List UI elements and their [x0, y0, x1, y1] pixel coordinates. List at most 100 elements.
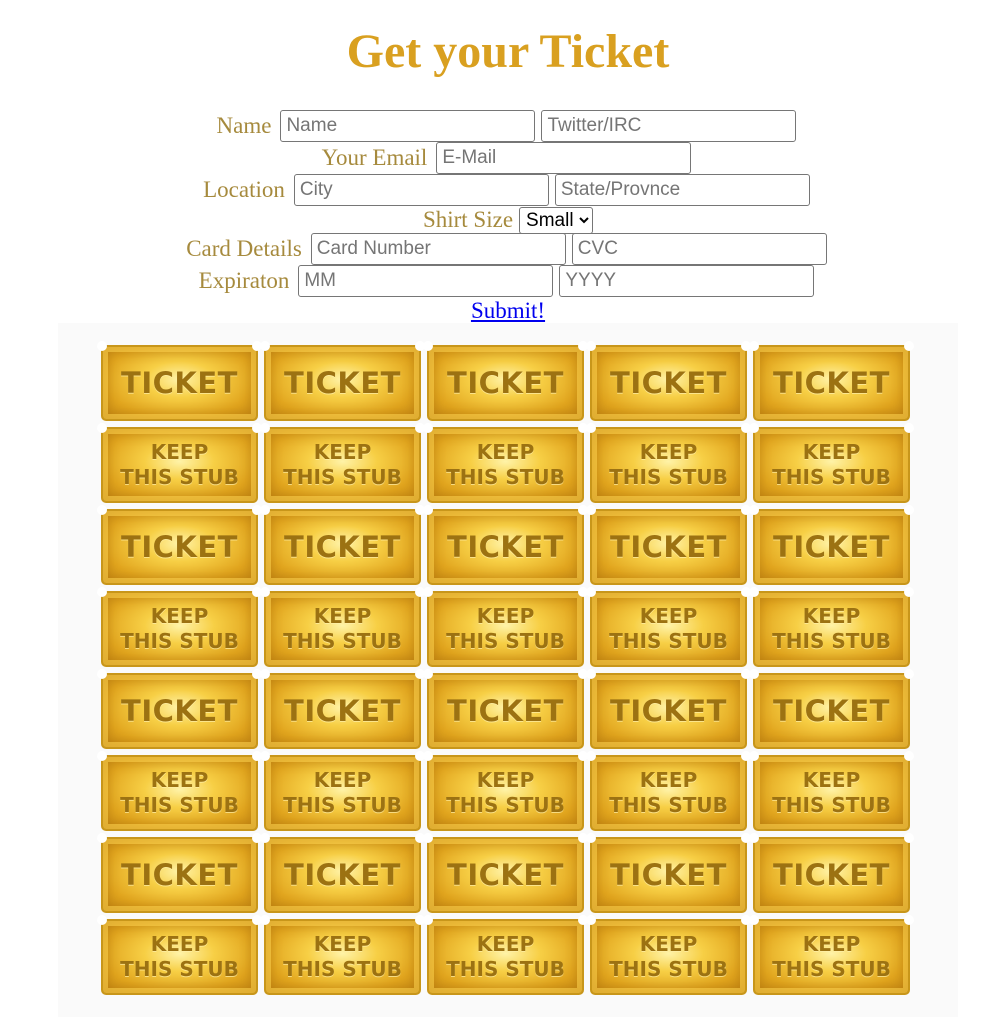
ticket-cell: TICKET — [97, 505, 262, 585]
stub-text: KEEP THIS STUB — [120, 932, 239, 982]
page-title: Get your Ticket — [346, 25, 670, 78]
stub-text: KEEP THIS STUB — [609, 768, 728, 818]
ticket-cell: TICKET — [749, 833, 914, 913]
ticket-cell: TICKET — [260, 669, 425, 749]
ticket-stub-cell: KEEP THIS STUB — [97, 423, 262, 503]
stub-text: KEEP THIS STUB — [609, 932, 728, 982]
ticket-stub-cell: KEEP THIS STUB — [749, 587, 914, 667]
stub-text: KEEP THIS STUB — [120, 604, 239, 654]
ticket-stub-cell: KEEP THIS STUB — [423, 587, 588, 667]
stub-text: KEEP THIS STUB — [609, 604, 728, 654]
stub-line-1: KEEP — [313, 604, 372, 628]
stub-line-2: THIS STUB — [446, 465, 565, 489]
stub-line-1: KEEP — [150, 440, 209, 464]
ticket-stub-cell: KEEP THIS STUB — [586, 587, 751, 667]
shirt-size-select[interactable]: Small — [519, 206, 594, 234]
stub-line-2: THIS STUB — [120, 629, 239, 653]
stub-line-1: KEEP — [802, 604, 861, 628]
ticket-cell: TICKET — [749, 669, 914, 749]
stub-text: KEEP THIS STUB — [283, 440, 402, 490]
stub-text: KEEP THIS STUB — [446, 440, 565, 490]
stub-line-1: KEEP — [639, 768, 698, 792]
stub-line-1: KEEP — [639, 932, 698, 956]
ticket-cell: TICKET — [260, 505, 425, 585]
stub-line-2: THIS STUB — [609, 465, 728, 489]
state-input[interactable] — [554, 174, 810, 206]
ticket-cell: TICKET — [586, 833, 751, 913]
stub-text: KEEP THIS STUB — [772, 768, 891, 818]
name-label: Name — [216, 113, 272, 138]
ticket-stub-cell: KEEP THIS STUB — [260, 423, 425, 503]
ticket-cell: TICKET — [97, 341, 262, 421]
ticket-cell: TICKET — [260, 833, 425, 913]
ticket-stub-cell: KEEP THIS STUB — [97, 915, 262, 995]
stub-line-1: KEEP — [313, 768, 372, 792]
stub-line-1: KEEP — [476, 440, 535, 464]
ticket-stub-cell: KEEP THIS STUB — [749, 423, 914, 503]
shirt-row: Shirt Size Small — [0, 204, 996, 236]
city-input[interactable] — [293, 174, 549, 206]
email-input[interactable] — [436, 142, 692, 174]
ticket-cell: TICKET — [423, 505, 588, 585]
stub-line-2: THIS STUB — [772, 793, 891, 817]
name-row: Name — [0, 110, 996, 142]
stub-line-1: KEEP — [639, 604, 698, 628]
stub-line-2: THIS STUB — [283, 793, 402, 817]
stub-line-1: KEEP — [639, 440, 698, 464]
ticket-cell: TICKET — [97, 669, 262, 749]
ticket-stub-cell: KEEP THIS STUB — [260, 751, 425, 831]
stub-text: KEEP THIS STUB — [120, 440, 239, 490]
ticket-cell: TICKET — [260, 341, 425, 421]
stub-line-1: KEEP — [313, 932, 372, 956]
stub-line-1: KEEP — [802, 440, 861, 464]
email-label: Your Email — [321, 145, 428, 170]
stub-text: KEEP THIS STUB — [772, 932, 891, 982]
stub-line-2: THIS STUB — [283, 957, 402, 981]
stub-line-2: THIS STUB — [120, 465, 239, 489]
ticket-stub-cell: KEEP THIS STUB — [260, 915, 425, 995]
stub-text: KEEP THIS STUB — [283, 768, 402, 818]
ticket-stub-cell: KEEP THIS STUB — [586, 423, 751, 503]
ticket-image: TICKET TICKET TICKET TICKET TICKET KEEP THIS S… — [58, 323, 958, 1017]
ticket-cell: TICKET — [423, 341, 588, 421]
card-number-input[interactable] — [310, 233, 566, 265]
expiration-row: Expiraton — [0, 265, 996, 297]
stub-line-2: THIS STUB — [283, 465, 402, 489]
stub-line-2: THIS STUB — [446, 793, 565, 817]
year-input[interactable] — [559, 265, 815, 297]
stub-text: KEEP THIS STUB — [120, 768, 239, 818]
ticket-cell: TICKET — [423, 833, 588, 913]
ticket-cell: TICKET — [749, 505, 914, 585]
cvc-input[interactable] — [571, 233, 827, 265]
stub-line-2: THIS STUB — [609, 629, 728, 653]
twitter-irc-input[interactable] — [541, 110, 797, 142]
card-row: Card Details — [0, 233, 996, 265]
stub-line-2: THIS STUB — [609, 793, 728, 817]
location-row: Location — [0, 174, 996, 206]
stub-line-1: KEEP — [476, 604, 535, 628]
stub-line-2: THIS STUB — [120, 793, 239, 817]
submit-link[interactable]: Submit! — [471, 298, 545, 323]
ticket-stub-cell: KEEP THIS STUB — [423, 915, 588, 995]
stub-line-1: KEEP — [150, 604, 209, 628]
stub-text: KEEP THIS STUB — [446, 932, 565, 982]
ticket-stub-cell: KEEP THIS STUB — [260, 587, 425, 667]
ticket-stub-cell: KEEP THIS STUB — [97, 751, 262, 831]
ticket-stub-cell: KEEP THIS STUB — [749, 751, 914, 831]
stub-line-1: KEEP — [313, 440, 372, 464]
stub-text: KEEP THIS STUB — [609, 440, 728, 490]
ticket-grid: TICKET TICKET TICKET TICKET TICKET KEEP THIS S… — [97, 341, 914, 995]
stub-text: KEEP THIS STUB — [772, 440, 891, 490]
ticket-stub-cell: KEEP THIS STUB — [586, 751, 751, 831]
stub-text: KEEP THIS STUB — [283, 604, 402, 654]
stub-line-2: THIS STUB — [772, 957, 891, 981]
name-input[interactable] — [280, 110, 536, 142]
stub-text: KEEP THIS STUB — [283, 932, 402, 982]
ticket-stub-cell: KEEP THIS STUB — [423, 423, 588, 503]
ticket-stub-cell: KEEP THIS STUB — [749, 915, 914, 995]
month-input[interactable] — [298, 265, 554, 297]
stub-line-2: THIS STUB — [609, 957, 728, 981]
ticket-cell: TICKET — [586, 341, 751, 421]
ticket-stub-cell: KEEP THIS STUB — [586, 915, 751, 995]
card-details-label: Card Details — [186, 236, 302, 261]
